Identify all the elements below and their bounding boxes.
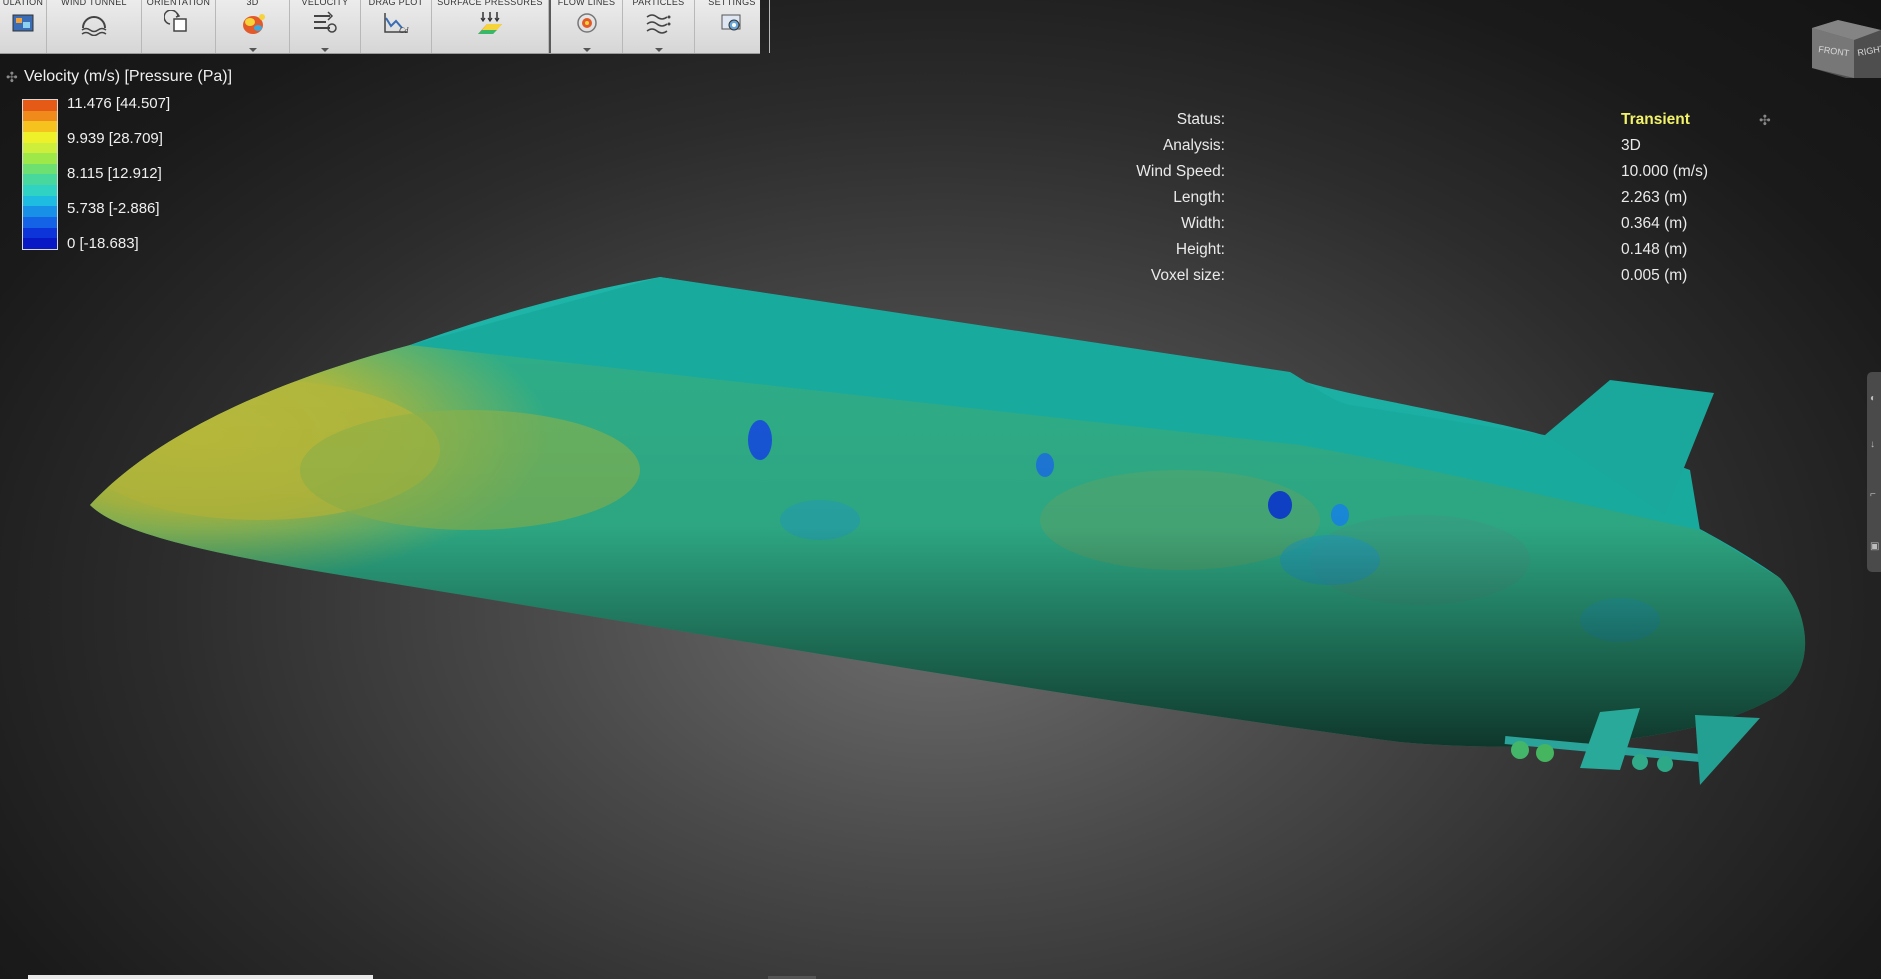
colorbar-band	[23, 142, 57, 154]
flow-lines-label: FLOW LINES	[557, 0, 616, 7]
analysis-value: 3D	[1621, 137, 1641, 154]
legend-value-3: 8.115 [12.912]	[67, 165, 162, 182]
legend-title: Velocity (m/s) [Pressure (Pa)]	[24, 68, 233, 85]
drag-plot-button[interactable]: DRAG PLOT Cd	[361, 0, 432, 53]
colorbar-band	[23, 206, 57, 218]
simulation-button[interactable]: ULATION	[0, 0, 47, 53]
velocity-label: VELOCITY	[301, 0, 349, 7]
fit-icon[interactable]: ▣	[1870, 542, 1880, 552]
orientation-icon	[163, 10, 187, 32]
zoom-icon[interactable]: ⌐	[1870, 490, 1880, 500]
surface-pressures-label: SURFACE PRESSURES	[437, 0, 543, 7]
colorbar-band	[23, 185, 57, 196]
status-value: Transient	[1621, 111, 1690, 128]
simulation-label: ULATION	[2, 0, 44, 7]
voxel-size-label: Voxel size:	[1150, 267, 1225, 284]
particles-icon	[646, 14, 670, 34]
length-value: 2.263 (m)	[1621, 189, 1688, 206]
colorbar-band	[23, 153, 57, 164]
colorbar-band	[23, 238, 57, 249]
legend-value-2: 9.939 [28.709]	[67, 130, 163, 147]
voxel-size-value: 0.005 (m)	[1621, 267, 1688, 284]
navigation-bar: ◐ ↓ ⌐ ▣	[1867, 372, 1881, 572]
height-label: Height:	[1175, 241, 1225, 258]
colorbar-band	[23, 227, 57, 239]
settings-icon	[721, 14, 741, 31]
colorbar-band	[23, 217, 57, 228]
toolbar-group-main: ULATION WIND TUNNEL ORIENTATION 3D VELOC…	[0, 0, 551, 53]
orientation-button[interactable]: ORIENTATION	[142, 0, 216, 53]
colorbar-band	[23, 131, 57, 143]
flow-lines-dropdown-arrow[interactable]	[582, 48, 591, 52]
colorbar-band	[23, 121, 57, 132]
orientation-label: ORIENTATION	[146, 0, 211, 7]
surface-pressures-icon	[478, 12, 502, 34]
particles-label: PARTICLES	[632, 0, 685, 7]
3d-button[interactable]: 3D	[216, 0, 290, 53]
3d-label: 3D	[246, 0, 259, 7]
3d-dropdown-arrow[interactable]	[248, 48, 257, 52]
velocity-dropdown-arrow[interactable]	[321, 48, 329, 52]
hull-model-render[interactable]	[0, 0, 1881, 979]
flow-lines-button[interactable]: FLOW LINES	[551, 0, 623, 53]
width-label: Width:	[1181, 215, 1225, 232]
3d-icon	[242, 14, 265, 34]
settings-button[interactable]: SETTINGS	[695, 0, 770, 53]
wind-speed-value: 10.000 (m/s)	[1621, 163, 1709, 180]
horizontal-scrollbar[interactable]	[28, 975, 373, 979]
width-value: 0.364 (m)	[1621, 215, 1688, 232]
legend-header: ✣ Velocity (m/s) [Pressure (Pa)]	[6, 68, 232, 86]
colorbar-band	[23, 195, 57, 207]
legend-value-max: 11.476 [44.507]	[67, 95, 171, 112]
drag-plot-label: DRAG PLOT	[368, 0, 424, 7]
flow-lines-icon	[576, 13, 597, 33]
wind-tunnel-icon	[81, 16, 107, 36]
toolbar-group-flow: FLOW LINES PARTICLES SETTINGS	[551, 0, 770, 53]
legend-colorbar	[22, 99, 58, 250]
colorbar-band	[23, 110, 57, 122]
surface-pressures-button[interactable]: SURFACE PRESSURES	[432, 0, 549, 53]
svg-text:Cd: Cd	[399, 26, 409, 35]
legend-value-4: 5.738 [-2.886]	[67, 200, 160, 217]
height-value: 0.148 (m)	[1621, 241, 1688, 258]
move-handle-icon[interactable]: ✣	[6, 69, 24, 86]
particles-button[interactable]: PARTICLES	[623, 0, 695, 53]
drag-plot-icon: Cd	[384, 13, 409, 35]
colorbar-band	[23, 100, 57, 111]
particles-dropdown-arrow[interactable]	[654, 48, 663, 52]
legend-value-min: 0 [-18.683]	[67, 235, 139, 252]
wind-speed-label: Wind Speed:	[1136, 163, 1225, 180]
settings-label: SETTINGS	[708, 0, 756, 7]
velocity-icon	[314, 11, 337, 33]
length-label: Length:	[1173, 189, 1225, 206]
status-label: Status:	[1176, 111, 1225, 128]
colorbar-band	[23, 174, 57, 186]
analysis-label: Analysis:	[1162, 137, 1225, 154]
pan-icon[interactable]: ↓	[1870, 440, 1880, 450]
orbit-icon[interactable]: ◐	[1870, 394, 1880, 404]
velocity-button[interactable]: VELOCITY	[290, 0, 361, 53]
ribbon-toolbar: ULATION WIND TUNNEL ORIENTATION 3D VELOC…	[0, 0, 770, 54]
colorbar-band	[23, 163, 57, 175]
info-move-handle-icon[interactable]: ✣	[1759, 112, 1771, 129]
wind-tunnel-label: WIND TUNNEL	[61, 0, 127, 7]
simulation-icon	[12, 14, 34, 32]
wind-tunnel-button[interactable]: WIND TUNNEL	[47, 0, 142, 53]
view-cube[interactable]: FRONT RIGHT	[1808, 16, 1881, 78]
